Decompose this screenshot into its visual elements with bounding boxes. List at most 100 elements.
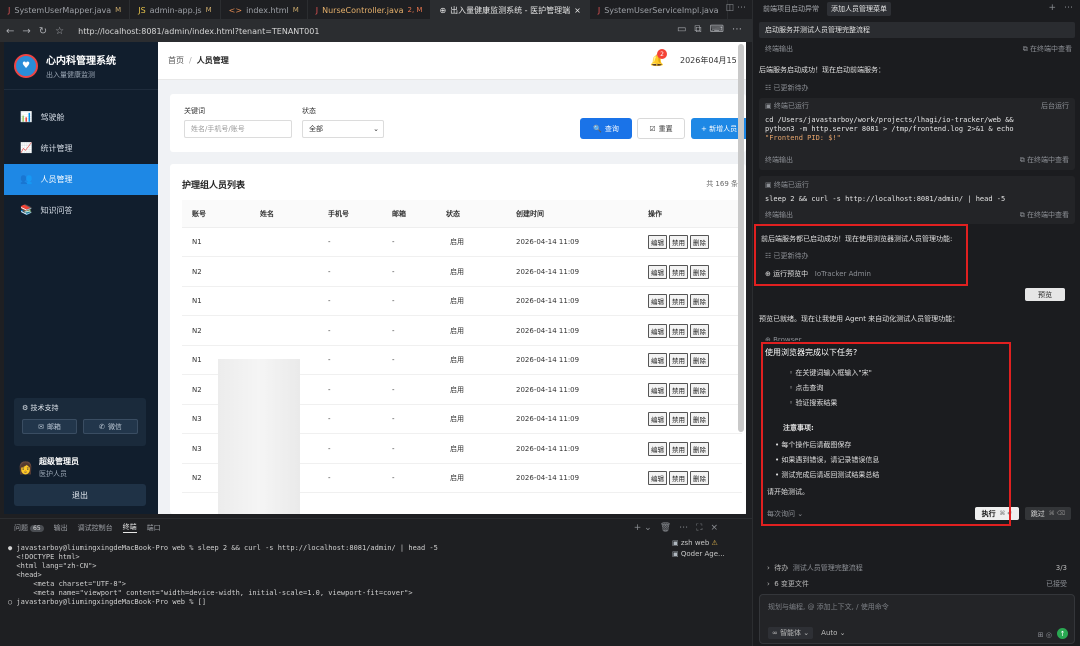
terminal-session[interactable]: ▣ Qoder Age... (672, 549, 752, 560)
chat-tabs: 前端项目启动异常 添加人员管理菜单 + ⋯ (753, 0, 1080, 18)
delete-button[interactable]: 删除 (690, 382, 709, 397)
cell-created: 2026-04-14 11:09 (516, 267, 580, 276)
main-content: 首页 / 人员管理 🔔 2 2026年04月15日 关键词 姓名/手机号/账号 状态… (158, 42, 746, 514)
delete-button[interactable]: 删除 (690, 323, 709, 338)
devtools-icon[interactable]: ⌨ (710, 24, 724, 35)
list-total: 共 169 条 (706, 180, 738, 188)
page-scrollbar[interactable] (738, 44, 744, 432)
terminal-session[interactable]: ▣ zsh web ⚠ (672, 538, 752, 549)
highlight-box (761, 342, 1011, 526)
keyword-input[interactable]: 姓名/手机号/账号 (184, 120, 292, 138)
delete-button[interactable]: 删除 (690, 235, 709, 249)
agent-mode-select[interactable]: ∞ 智能体 ⌄ (768, 627, 814, 639)
terminal-output[interactable]: ● javastarboy@liumingxingdeMacBook-Pro w… (0, 536, 670, 646)
open-external-icon[interactable]: ⧉ (694, 24, 701, 35)
tab-problems[interactable]: 问题 65 (14, 523, 44, 533)
skip-button[interactable]: 跳过 ⌘ ⌫ (1025, 507, 1071, 520)
tab-output[interactable]: 输出 (54, 523, 68, 533)
status-select[interactable]: 全部 ⌄ (302, 120, 384, 138)
edit-button[interactable]: 编辑 (648, 235, 667, 249)
query-button[interactable]: 🔍 查询 (580, 118, 632, 139)
editor-tab-browser[interactable]: ⊕ 出入量健康监测系统 - 医护管理端 × (431, 0, 590, 19)
screenshot-icon[interactable]: ▭ (677, 24, 686, 35)
breadcrumb-home[interactable]: 首页 (168, 56, 184, 65)
forward-icon[interactable]: → (22, 26, 30, 37)
logout-button[interactable]: 退出 (14, 484, 146, 506)
delete-button[interactable]: 删除 (690, 441, 709, 456)
url-field[interactable]: http://localhost:8081/admin/index.html?t… (78, 27, 319, 36)
gear-icon: ⚙ (22, 404, 31, 412)
reload-icon[interactable]: ↻ (39, 26, 47, 37)
editor-tab[interactable]: J NurseController.java 2, M (308, 0, 432, 19)
disable-button[interactable]: 禁用 (669, 412, 688, 426)
tab-ports[interactable]: 端口 (147, 523, 161, 533)
cell-account: N2 (192, 474, 202, 482)
tab-terminal[interactable]: 终端 (122, 522, 137, 533)
delete-button[interactable]: 删除 (690, 294, 709, 308)
close-icon[interactable]: × (710, 523, 718, 533)
delete-button[interactable]: 删除 (690, 471, 709, 485)
send-icon[interactable]: ↑ (1057, 628, 1068, 639)
preview-button[interactable]: 预览 (1025, 288, 1065, 301)
disable-button[interactable]: 禁用 (669, 353, 688, 367)
split-editor-icon[interactable]: ◫ ⋯ (726, 3, 746, 13)
edit-button[interactable]: 编辑 (648, 353, 667, 367)
delete-button[interactable]: 删除 (690, 264, 709, 279)
cell-created: 2026-04-14 11:09 (516, 238, 580, 246)
open-in-terminal-link[interactable]: ⧉ 在终端中查看 (1020, 210, 1069, 220)
editor-tab[interactable]: <> index.html M (221, 0, 308, 19)
disable-button[interactable]: 禁用 (669, 382, 688, 397)
edit-button[interactable]: 编辑 (648, 264, 667, 279)
edit-button[interactable]: 编辑 (648, 412, 667, 426)
sidebar-item-knowledge[interactable]: 📚 知识问答 (4, 195, 158, 226)
sidebar-item-dashboard[interactable]: 📊 驾驶舱 (4, 102, 158, 133)
cell-phone: - (328, 444, 331, 453)
model-select[interactable]: Auto ⌄ (821, 629, 845, 637)
more-icon[interactable]: ⋯ (732, 24, 742, 35)
edit-button[interactable]: 编辑 (648, 382, 667, 397)
cell-created: 2026-04-14 11:09 (516, 356, 580, 364)
edit-button[interactable]: 编辑 (648, 323, 667, 338)
cell-status: 启用 (450, 267, 464, 276)
edit-button[interactable]: 编辑 (648, 441, 667, 456)
editor-tab[interactable]: JS admin-app.js M (130, 0, 221, 19)
changes-row[interactable]: › 6 变更文件 已接受 (759, 577, 1075, 591)
delete-button[interactable]: 删除 (690, 353, 709, 367)
edit-button[interactable]: 编辑 (648, 294, 667, 308)
maximize-icon[interactable]: ⛶ (696, 523, 702, 533)
disable-button[interactable]: 禁用 (669, 471, 688, 485)
bookmark-icon[interactable]: ☆ (55, 26, 64, 37)
disable-button[interactable]: 禁用 (669, 294, 688, 308)
sidebar-item-statistics[interactable]: 📈 统计管理 (4, 133, 158, 164)
disable-button[interactable]: 禁用 (669, 323, 688, 338)
edit-button[interactable]: 编辑 (648, 471, 667, 485)
tab-debug-console[interactable]: 调试控制台 (78, 523, 113, 533)
chart-icon: 📈 (20, 143, 33, 154)
todo-row[interactable]: › 待办 测试人员管理完整流程 3/3 (759, 561, 1075, 575)
open-in-terminal-link[interactable]: ⧉ 在终端中查看 (1020, 155, 1069, 165)
add-terminal-icon[interactable]: + ⌄ (634, 523, 652, 533)
back-icon[interactable]: ← (6, 26, 14, 37)
close-icon[interactable]: × (574, 6, 581, 15)
chat-tab-active[interactable]: 添加人员管理菜单 (827, 2, 891, 16)
support-wechat-button[interactable]: ✆ 微信 (83, 419, 138, 434)
chat-input[interactable]: 规划与编程, @ 添加上下文, / 使用命令 ∞ 智能体 ⌄ Auto ⌄ ⊞ … (759, 594, 1075, 644)
editor-tab[interactable]: J SystemUserServiceImpl.java (590, 0, 728, 19)
disable-button[interactable]: 禁用 (669, 441, 688, 456)
history-icon[interactable]: ⋯ (1064, 3, 1073, 13)
chat-tab[interactable]: 前端项目启动异常 (759, 2, 823, 16)
disable-button[interactable]: 禁用 (669, 264, 688, 279)
attach-icon[interactable]: ⊞ ◎ (1038, 631, 1052, 639)
more-icon[interactable]: ⋯ (679, 523, 688, 533)
editor-tab[interactable]: J SystemUserMapper.java M (0, 0, 131, 19)
add-icon[interactable]: + (1048, 3, 1056, 13)
reset-button[interactable]: ☑ 重置 (637, 118, 685, 139)
sidebar-item-staff[interactable]: 👥 人员管理 (4, 164, 158, 195)
open-in-terminal-link[interactable]: ⧉ 在终端中查看 (1023, 44, 1072, 54)
disable-button[interactable]: 禁用 (669, 235, 688, 249)
external-icon: ⧉ (1022, 45, 1030, 53)
support-email-button[interactable]: ✉ 邮箱 (22, 419, 77, 434)
trash-icon[interactable]: 🗑 (660, 523, 671, 533)
row-actions: 编辑 禁用 删除 (648, 258, 709, 286)
delete-button[interactable]: 删除 (690, 412, 709, 426)
